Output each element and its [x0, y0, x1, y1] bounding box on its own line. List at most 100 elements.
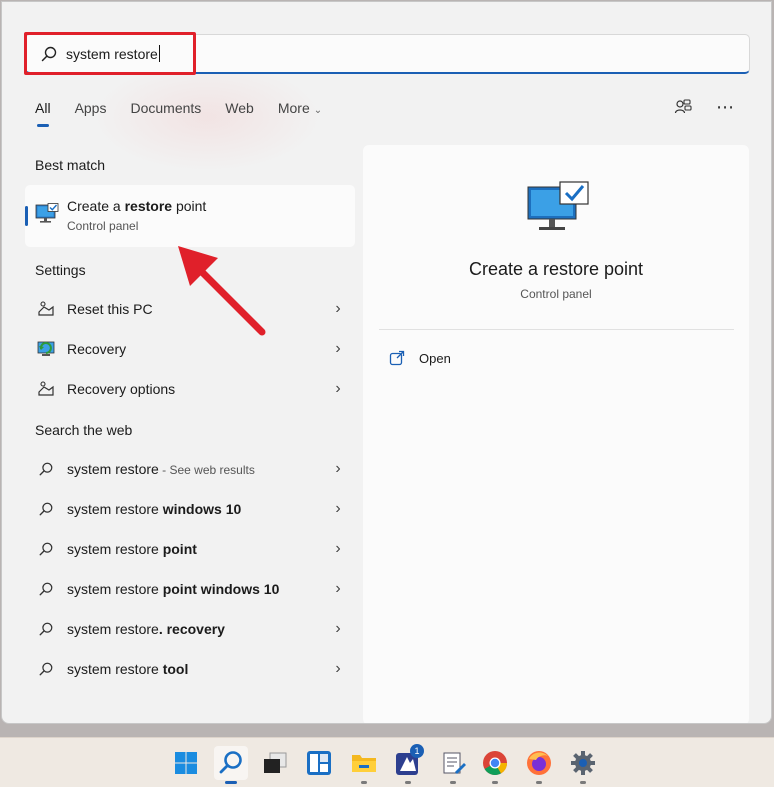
chevron-right-icon: ›: [335, 540, 341, 557]
recovery-icon: [35, 338, 57, 360]
task-view-button[interactable]: [258, 746, 292, 780]
divider: [379, 329, 734, 330]
running-indicator: [580, 781, 586, 784]
open-label: Open: [419, 350, 451, 366]
start-button[interactable]: [169, 746, 203, 780]
tab-label: Web: [225, 100, 254, 116]
search-icon: [35, 458, 57, 480]
active-indicator: [225, 781, 237, 784]
more-options-icon[interactable]: ⋯: [716, 98, 735, 116]
tab-web[interactable]: Web: [225, 100, 254, 128]
filter-tabs: All Apps Documents Web More ⌄: [35, 100, 346, 128]
search-web-heading: Search the web: [35, 422, 133, 438]
suggestion-text: system restore: [67, 661, 163, 677]
recovery-options-icon: [35, 378, 57, 400]
best-match-subtitle: Control panel: [67, 219, 139, 233]
notepad-button[interactable]: [436, 746, 470, 784]
selection-indicator: [25, 206, 28, 226]
chevron-right-icon: ›: [335, 580, 341, 597]
settings-item-label: Recovery: [67, 341, 127, 357]
settings-item-label: Recovery options: [67, 381, 176, 397]
tab-label: Documents: [130, 100, 202, 116]
chevron-right-icon: ›: [335, 300, 341, 317]
firefox-button[interactable]: [522, 746, 556, 784]
tab-label: More: [277, 100, 310, 116]
suggestion-text: system restore: [67, 621, 159, 637]
search-icon: [35, 498, 57, 520]
best-match-heading: Best match: [35, 157, 106, 173]
best-match-title: Create a restore point: [67, 198, 206, 214]
web-suggestion-label: system restore point windows 10: [67, 581, 331, 597]
web-search-suggestion[interactable]: system restore tool ›: [35, 654, 345, 684]
firefox-icon: [527, 751, 551, 775]
see-web-results-text: - See web results: [158, 463, 255, 477]
task-view-icon: [264, 752, 287, 773]
tab-all[interactable]: All: [35, 100, 51, 128]
result-preview-pane: Create a restore point Control panel Ope…: [363, 145, 749, 723]
chevron-right-icon: ›: [335, 500, 341, 517]
open-action[interactable]: Open: [389, 350, 451, 366]
tab-more[interactable]: More ⌄: [278, 100, 322, 128]
chevron-right-icon: ›: [335, 460, 341, 477]
taskbar-search-button[interactable]: [214, 746, 248, 784]
settings-heading: Settings: [35, 262, 86, 278]
open-external-icon: [389, 350, 405, 366]
tab-apps[interactable]: Apps: [75, 100, 107, 128]
chevron-right-icon: ›: [335, 340, 341, 357]
annotation-highlight-box: [24, 32, 196, 75]
suggestion-bold-text: tool: [162, 661, 189, 677]
web-search-suggestion[interactable]: system restore windows 10 ›: [35, 494, 345, 524]
web-search-suggestion[interactable]: system restore point windows 10 ›: [35, 574, 345, 604]
web-search-suggestion[interactable]: system restore - See web results ›: [35, 454, 345, 484]
title-text: point: [172, 198, 207, 214]
widgets-button[interactable]: [302, 746, 336, 780]
search-icon: [35, 658, 57, 680]
web-suggestion-label: system restore. recovery: [67, 621, 331, 637]
chevron-right-icon: ›: [335, 660, 341, 677]
web-search-suggestion[interactable]: system restore. recovery ›: [35, 614, 345, 644]
restore-point-monitor-icon: [527, 181, 589, 230]
share-account-icon[interactable]: [674, 98, 692, 116]
running-indicator: [492, 781, 498, 784]
settings-button[interactable]: [566, 746, 600, 784]
preview-title: Create a restore point: [468, 259, 644, 279]
chrome-button[interactable]: [478, 746, 512, 784]
tab-label: All: [35, 100, 51, 116]
tab-label: Apps: [74, 100, 107, 116]
file-explorer-icon: [352, 755, 376, 772]
chevron-down-icon: ⌄: [313, 105, 323, 116]
top-right-actions: ⋯: [674, 98, 735, 116]
search-icon: [35, 578, 57, 600]
suggestion-bold-text: windows 10: [162, 501, 242, 517]
search-panel: system restore All Apps Documents Web Mo…: [1, 1, 772, 724]
search-icon: [35, 618, 57, 640]
web-suggestion-label: system restore point: [67, 541, 331, 557]
chevron-right-icon: ›: [335, 380, 341, 397]
pinned-app-button[interactable]: 1: [391, 744, 425, 784]
restore-point-monitor-icon: [35, 203, 59, 223]
notepad-icon: [443, 752, 466, 774]
title-bold-text: restore: [124, 198, 173, 214]
search-icon: [35, 538, 57, 560]
widgets-icon: [307, 751, 331, 775]
notification-badge: 1: [410, 744, 424, 758]
windows-start-icon: [175, 752, 197, 774]
chrome-icon: [483, 751, 507, 776]
web-search-suggestion[interactable]: system restore point ›: [35, 534, 345, 564]
settings-icon: [571, 751, 595, 775]
web-suggestion-label: system restore windows 10: [67, 501, 331, 517]
best-match-result[interactable]: Create a restore point Control panel: [25, 185, 355, 247]
search-icon: [219, 751, 242, 774]
running-indicator: [361, 781, 367, 784]
suggestion-bold-text: point: [162, 541, 197, 557]
tab-documents[interactable]: Documents: [130, 100, 201, 128]
taskbar: 1: [0, 737, 774, 787]
settings-item-recovery-options[interactable]: Recovery options ›: [35, 374, 345, 404]
web-suggestion-label: system restore tool: [67, 661, 331, 677]
chevron-right-icon: ›: [335, 620, 341, 637]
file-explorer-button[interactable]: [347, 746, 381, 784]
running-indicator: [536, 781, 542, 784]
suggestion-text: system restore: [67, 581, 163, 597]
reset-pc-icon: [35, 298, 57, 320]
preview-subtitle: Control panel: [520, 287, 592, 301]
